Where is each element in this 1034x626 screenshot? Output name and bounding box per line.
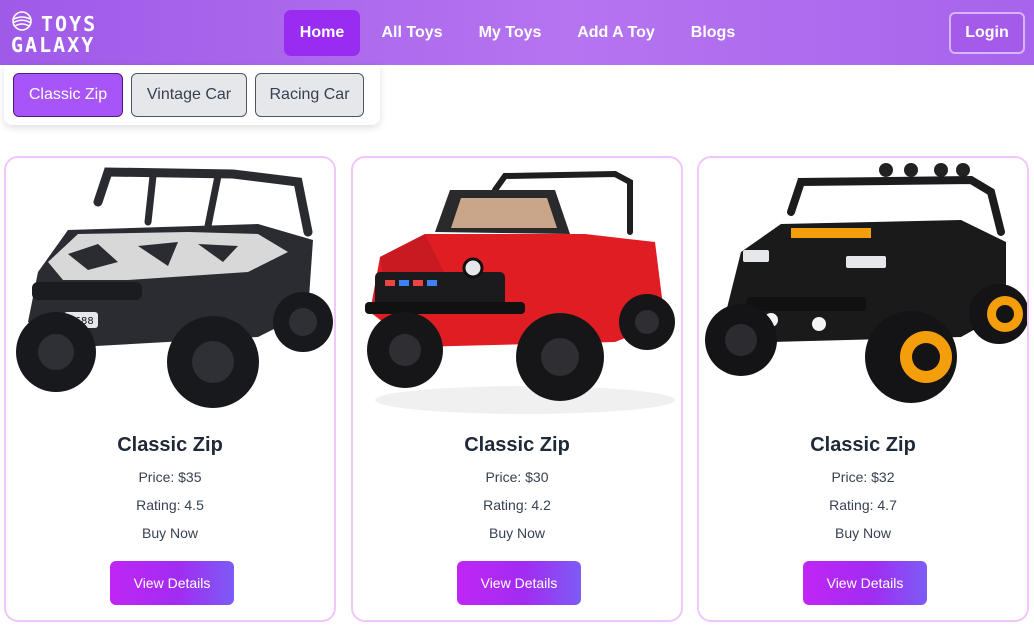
nav-blogs[interactable]: Blogs (682, 10, 744, 56)
buy-now-text: Buy Now (488, 525, 546, 541)
view-details-button[interactable]: View Details (803, 561, 927, 605)
toy-name: Classic Zip (810, 434, 916, 456)
toy-card: Classic Zip Price: $30 Rating: 4.2 Buy N… (351, 156, 683, 622)
navbar: TOYS GALAXY Home All Toys My Toys Add A … (0, 0, 1034, 65)
brand-line1: TOYS (41, 12, 98, 36)
nav-my-toys[interactable]: My Toys (470, 10, 550, 56)
toy-name: Classic Zip (117, 434, 223, 456)
buy-now-text: Buy Now (834, 525, 892, 541)
toy-price: Price: $35 (138, 469, 202, 485)
toy-card: 6688 Classic Zip Price: $35 Rating: 4.5 … (4, 156, 336, 622)
tab-racing-car[interactable]: Racing Car (255, 73, 364, 117)
toy-price: Price: $30 (485, 469, 549, 485)
galaxy-icon (12, 11, 32, 31)
brand-line2: GALAXY (11, 33, 96, 57)
toy-car-image (355, 162, 681, 418)
toy-name: Classic Zip (464, 434, 570, 456)
nav-add-toy[interactable]: Add A Toy (568, 10, 664, 56)
view-details-button[interactable]: View Details (110, 561, 234, 605)
nav-all-toys[interactable]: All Toys (374, 10, 450, 56)
view-details-button[interactable]: View Details (457, 561, 581, 605)
toy-rating: Rating: 4.7 (829, 497, 897, 513)
toy-card: Classic Zip Price: $32 Rating: 4.7 Buy N… (697, 156, 1029, 622)
toy-car-image: 6688 (8, 162, 334, 418)
toy-price: Price: $32 (831, 469, 895, 485)
category-tabs: Classic Zip Vintage Car Racing Car (4, 65, 380, 125)
toy-car-image (701, 162, 1027, 418)
tab-vintage-car[interactable]: Vintage Car (131, 73, 247, 117)
brand-logo[interactable]: TOYS GALAXY (11, 10, 111, 56)
tab-classic-zip[interactable]: Classic Zip (13, 73, 123, 117)
login-button[interactable]: Login (949, 12, 1025, 54)
buy-now-text: Buy Now (141, 525, 199, 541)
nav-home[interactable]: Home (284, 10, 360, 56)
toy-rating: Rating: 4.5 (136, 497, 204, 513)
toy-rating: Rating: 4.2 (483, 497, 551, 513)
